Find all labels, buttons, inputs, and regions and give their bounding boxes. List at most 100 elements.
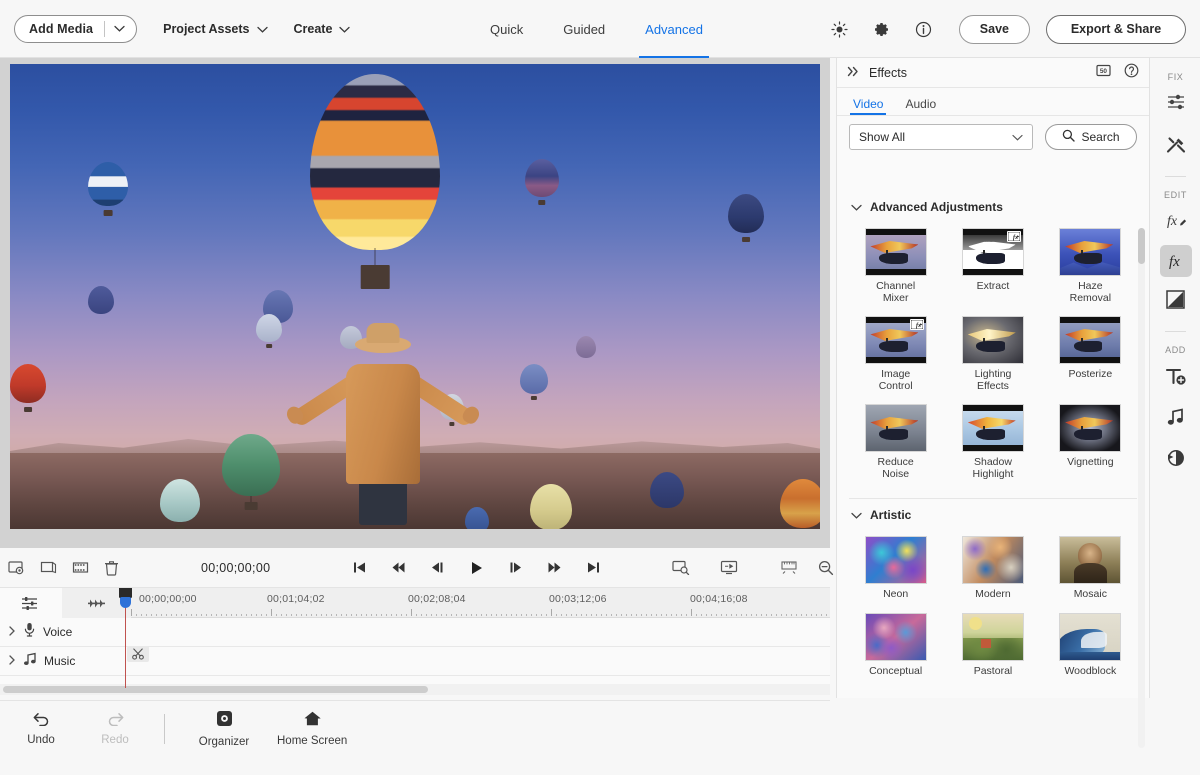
render-icon[interactable]	[72, 555, 89, 581]
effect-mosaic[interactable]: Mosaic	[1042, 532, 1139, 609]
rail-item-transitions[interactable]: fx	[1151, 210, 1200, 235]
create-label: Create	[294, 22, 333, 36]
effect-shadow-highlight[interactable]: ShadowHighlight	[944, 400, 1041, 488]
rail-item-add-title[interactable]	[1151, 366, 1200, 391]
chevron-right-icon[interactable]	[8, 623, 16, 641]
tab-advanced[interactable]: Advanced	[645, 0, 703, 58]
rail-item-effects[interactable]: fx	[1151, 245, 1200, 277]
tab-video-effects[interactable]: Video	[853, 97, 883, 115]
rail-item-adjustments[interactable]	[1151, 92, 1200, 117]
tab-video-label: Video	[853, 97, 883, 111]
gear-icon[interactable]	[869, 16, 895, 42]
effect-thumbnail	[1059, 404, 1121, 452]
step-back-fast-icon[interactable]	[385, 555, 411, 581]
scrollbar-thumb[interactable]	[1138, 228, 1145, 264]
undo-icon	[32, 711, 51, 731]
redo-button[interactable]: Redo	[88, 711, 142, 746]
save-button[interactable]: Save	[959, 15, 1030, 44]
effects-category-value: Show All	[859, 130, 905, 144]
pan-zoom-icon[interactable]	[40, 555, 57, 581]
scrollbar-thumb[interactable]	[3, 686, 428, 693]
go-to-end-icon[interactable]	[580, 555, 606, 581]
chevron-down-icon	[1012, 130, 1023, 144]
effect-posterize[interactable]: Posterize	[1042, 312, 1139, 400]
tab-audio-effects[interactable]: Audio	[905, 97, 936, 115]
step-back-icon[interactable]	[424, 555, 450, 581]
help-icon[interactable]	[1124, 63, 1139, 83]
fit-timeline-icon[interactable]	[776, 555, 802, 581]
effect-neon[interactable]: Neon	[847, 532, 944, 609]
chevron-down-icon[interactable]	[105, 25, 136, 32]
effect-conceptual[interactable]: Conceptual	[847, 609, 944, 686]
add-media-button[interactable]: Add Media	[14, 15, 137, 43]
current-timecode[interactable]: 00;00;00;00	[201, 561, 270, 575]
scissors-icon[interactable]	[127, 646, 149, 662]
effect-label: Extract	[954, 281, 1032, 293]
effect-woodblock[interactable]: Woodblock	[1042, 609, 1139, 686]
playhead-marker[interactable]	[120, 597, 131, 608]
rail-item-tools[interactable]	[1151, 135, 1200, 160]
monitor-icon[interactable]	[716, 555, 742, 581]
effect-thumbnail	[865, 228, 927, 276]
home-screen-button[interactable]: Home Screen	[277, 710, 347, 747]
effect-label: Vignetting	[1051, 457, 1129, 469]
effect-haze-removal[interactable]: HazeRemoval	[1042, 224, 1139, 312]
mixer-icon[interactable]	[16, 590, 42, 616]
effect-pastoral[interactable]: Pastoral	[944, 609, 1041, 686]
step-forward-fast-icon[interactable]	[541, 555, 567, 581]
rail-item-graphics[interactable]	[1151, 448, 1200, 473]
effect-thumbnail: fx	[962, 228, 1024, 276]
balloon-basket	[361, 265, 390, 289]
playhead[interactable]	[125, 588, 126, 688]
track-voice-lane[interactable]	[131, 618, 830, 646]
undo-label: Undo	[27, 734, 55, 746]
organizer-icon	[215, 709, 234, 733]
effect-image-control[interactable]: fx ImageControl	[847, 312, 944, 400]
track-header-music: Music	[0, 652, 131, 671]
project-assets-menu[interactable]: Project Assets	[163, 22, 267, 36]
info-icon[interactable]	[911, 16, 937, 42]
effect-channel-mixer[interactable]: ChannelMixer	[847, 224, 944, 312]
effects-vertical-scrollbar[interactable]	[1138, 228, 1145, 748]
effect-vignetting[interactable]: Vignetting	[1042, 400, 1139, 488]
effect-label: ShadowHighlight	[954, 457, 1032, 480]
brightness-icon[interactable]	[827, 16, 853, 42]
section-advanced-adjustments[interactable]: Advanced Adjustments	[837, 191, 1149, 222]
create-menu[interactable]: Create	[294, 22, 351, 36]
effect-modern[interactable]: Modern	[944, 532, 1041, 609]
tab-guided[interactable]: Guided	[563, 0, 605, 58]
play-icon[interactable]	[463, 555, 489, 581]
tab-audio-label: Audio	[905, 97, 936, 111]
export-share-button[interactable]: Export & Share	[1046, 15, 1186, 44]
person-silhouette	[308, 310, 458, 525]
timeline-ruler[interactable]: 00;00;00;00 00;01;04;02 00;02;08;04 00;0…	[131, 588, 830, 618]
effects-list[interactable]: Advanced Adjustments ChannelMixer	[837, 191, 1149, 698]
marker-icon[interactable]	[84, 590, 110, 616]
chevrons-right-icon[interactable]	[847, 64, 860, 82]
effect-reduce-noise[interactable]: ReduceNoise	[847, 400, 944, 488]
organizer-button[interactable]: Organizer	[197, 709, 251, 748]
balloon-yellow	[530, 484, 572, 529]
effect-thumbnail	[1059, 316, 1121, 364]
redo-icon	[106, 711, 125, 731]
chevron-right-icon[interactable]	[8, 652, 16, 670]
presets-icon[interactable]: 50	[1096, 64, 1111, 82]
track-music-lane[interactable]	[131, 647, 830, 675]
tab-quick[interactable]: Quick	[490, 0, 523, 58]
undo-button[interactable]: Undo	[14, 711, 68, 746]
freeze-frame-icon[interactable]	[8, 555, 25, 581]
home-screen-label: Home Screen	[277, 735, 347, 747]
scene-detect-icon[interactable]	[668, 555, 694, 581]
go-to-start-icon[interactable]	[346, 555, 372, 581]
video-preview[interactable]	[10, 64, 820, 529]
effect-thumbnail	[865, 613, 927, 661]
section-artistic[interactable]: Artistic	[837, 499, 1149, 530]
rail-item-add-music[interactable]	[1151, 407, 1200, 432]
step-forward-icon[interactable]	[502, 555, 528, 581]
effects-category-select[interactable]: Show All	[849, 124, 1033, 150]
delete-icon[interactable]	[104, 555, 119, 581]
rail-item-color-styles[interactable]	[1151, 289, 1200, 315]
effect-extract[interactable]: fx Extract	[944, 224, 1041, 312]
effect-lighting-effects[interactable]: LightingEffects	[944, 312, 1041, 400]
effects-search-button[interactable]: Search	[1045, 124, 1137, 150]
